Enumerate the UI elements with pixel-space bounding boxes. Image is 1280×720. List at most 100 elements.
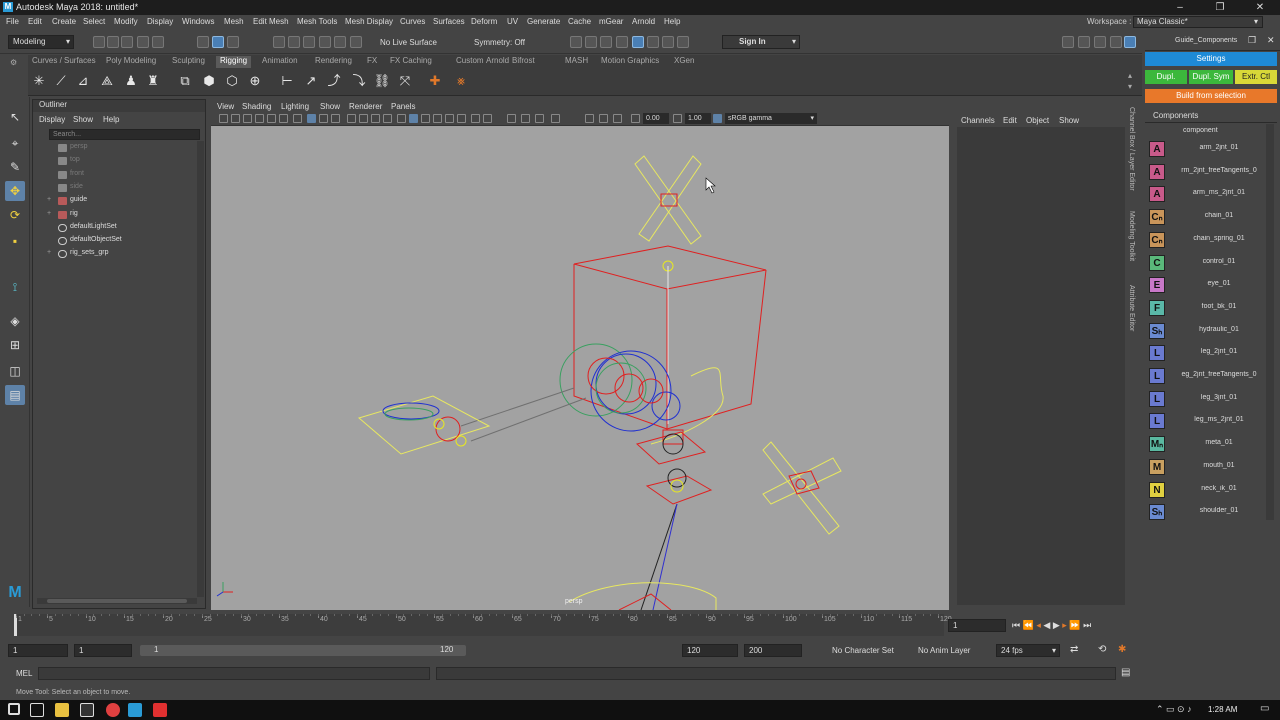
end-time-field[interactable]: 200 — [744, 644, 802, 657]
wireframe-on-shaded-icon[interactable] — [409, 114, 418, 123]
tray-icons[interactable]: ⌃ ▭ ⊙ ♪ — [1156, 704, 1192, 715]
menu-curves[interactable]: Curves — [400, 17, 425, 26]
menuset-dropdown[interactable]: Modeling ▾ — [8, 35, 74, 49]
start-time-field[interactable]: 1 — [8, 644, 68, 657]
range-slider-bar[interactable]: 1 120 — [140, 645, 466, 656]
ipr-render-icon[interactable] — [600, 36, 612, 48]
bookmarks-icon[interactable] — [243, 114, 252, 123]
outliner-item[interactable]: persp — [33, 142, 193, 155]
outliner-item[interactable]: top — [33, 155, 193, 168]
menu-windows[interactable]: Windows — [182, 17, 214, 26]
ik-handle-icon[interactable]: ⟋ — [52, 72, 70, 90]
channel-box-menu-show[interactable]: Show — [1059, 116, 1079, 125]
orient-constraint-icon[interactable]: ⤴ — [325, 72, 343, 90]
component-item[interactable]: Aarm_ms_2jnt_01 — [1145, 184, 1268, 204]
viewport-menu-view[interactable]: View — [217, 102, 234, 111]
anim-prefs-icon[interactable]: ✱ — [1118, 644, 1126, 655]
xray-joints-icon[interactable] — [433, 114, 442, 123]
settings-button[interactable]: Settings — [1145, 52, 1277, 66]
shelf-tab-curves-surfaces[interactable]: Curves / Surfaces — [32, 56, 96, 65]
step-back-key-icon[interactable]: ⏪ — [1023, 620, 1034, 630]
menu-uv[interactable]: UV — [507, 17, 518, 26]
viewport-menu-shading[interactable]: Shading — [242, 102, 271, 111]
shelf-scroll-down-icon[interactable]: ▾ — [1128, 82, 1132, 91]
live-surface-label[interactable]: No Live Surface — [380, 38, 437, 47]
build-from-selection-button[interactable]: Build from selection — [1145, 89, 1277, 103]
outliner-layout-icon[interactable]: ▤ — [5, 385, 25, 405]
sign-in-button[interactable]: Sign In ▾ — [722, 35, 800, 49]
shelf-tab-fx-caching[interactable]: FX Caching — [390, 56, 432, 65]
gate-mask-icon[interactable] — [331, 114, 340, 123]
menu-edit-mesh[interactable]: Edit Mesh — [253, 17, 289, 26]
snap-view-icon[interactable] — [319, 36, 331, 48]
expand-icon[interactable]: + — [47, 210, 51, 217]
single-pane-icon[interactable]: ◈ — [5, 311, 25, 331]
new-scene-icon[interactable] — [93, 36, 105, 48]
scale-tool-icon[interactable]: ▪ — [5, 231, 25, 251]
textured-icon[interactable] — [445, 114, 454, 123]
component-item[interactable]: Mₙ meta_01 — [1145, 434, 1268, 454]
loop-icon[interactable]: ⇄ — [1070, 644, 1078, 655]
playback-start-field[interactable]: 1 — [74, 644, 132, 657]
tool-settings-icon[interactable] — [1094, 36, 1106, 48]
snap-grid-icon[interactable] — [273, 36, 285, 48]
component-item[interactable]: Mmouth_01 — [1145, 457, 1268, 477]
modeling-toolkit-tab[interactable]: Modeling Toolkit — [1128, 211, 1135, 261]
menu-help[interactable]: Help — [664, 17, 680, 26]
two-pane-icon[interactable]: ◫ — [5, 361, 25, 381]
menu-mesh[interactable]: Mesh — [224, 17, 244, 26]
playback-end-field[interactable]: 120 — [682, 644, 738, 657]
shadows-icon[interactable] — [471, 114, 480, 123]
image-plane-icon[interactable] — [255, 114, 264, 123]
right-hand-x-control[interactable] — [762, 441, 842, 535]
outliner-vscroll[interactable] — [197, 141, 204, 597]
smooth-shade-icon[interactable] — [397, 114, 406, 123]
outliner-item[interactable]: defaultLightSet — [33, 222, 193, 235]
close-icon[interactable]: ✕ — [1240, 0, 1280, 15]
go-to-start-icon[interactable]: ⏮ — [1012, 620, 1020, 630]
render-settings-icon[interactable] — [616, 36, 628, 48]
component-item[interactable]: Nneck_ik_01 — [1145, 480, 1268, 500]
mgear-split-icon[interactable]: ⨳ — [452, 72, 470, 90]
cluster-icon[interactable]: ⊕ — [246, 72, 264, 90]
scale-constraint-icon[interactable]: ⤵ — [350, 72, 368, 90]
undo-icon[interactable] — [137, 36, 149, 48]
component-item[interactable]: Ccontrol_01 — [1145, 253, 1268, 273]
quick-rig-icon[interactable]: ♜ — [144, 72, 162, 90]
bind-skin-icon[interactable]: ⧉ — [176, 72, 194, 90]
script-editor-icon[interactable]: ▤ — [1121, 667, 1130, 678]
channel-box-menu-channels[interactable]: Channels — [961, 116, 995, 125]
depth-of-field-icon[interactable] — [535, 114, 544, 123]
shelf-tab-arnold[interactable]: Arnold — [486, 56, 509, 65]
component-item[interactable]: Eeye_01 — [1145, 275, 1268, 295]
view-transform-dropdown[interactable]: sRGB gamma ▾ — [725, 113, 817, 124]
component-item[interactable]: Sₕ shoulder_01 — [1145, 502, 1268, 522]
camera-attributes-icon[interactable] — [231, 114, 240, 123]
shelf-scroll-up-icon[interactable]: ▴ — [1128, 71, 1132, 80]
mirror-joints-icon[interactable]: ⟁ — [98, 72, 116, 90]
four-pane-icon[interactable]: ⊞ — [5, 335, 25, 355]
perspective-viewport[interactable]: persp — [211, 126, 949, 610]
shelf-tab-bifrost[interactable]: Bifrost — [512, 56, 535, 65]
menu-surfaces[interactable]: Surfaces — [433, 17, 465, 26]
paint-weights-icon[interactable]: ⬢ — [200, 72, 218, 90]
motion-blur-icon[interactable] — [507, 114, 516, 123]
gamma-field[interactable]: 1.00 — [685, 113, 711, 124]
recorder-icon[interactable] — [153, 703, 167, 717]
component-item[interactable]: Cₙ chain_spring_01 — [1145, 230, 1268, 250]
last-tool-icon[interactable]: ⟟ — [5, 277, 25, 297]
menu-modify[interactable]: Modify — [114, 17, 138, 26]
lasso-tool-icon[interactable]: ⌖ — [5, 133, 25, 153]
menu-select[interactable]: Select — [83, 17, 105, 26]
arnold-ipr-icon[interactable] — [662, 36, 674, 48]
select-tool-icon[interactable]: ↖ — [5, 107, 25, 127]
render-view-icon[interactable] — [570, 36, 582, 48]
symmetry-label[interactable]: Symmetry: Off — [474, 38, 525, 47]
close-panel-icon[interactable]: ✕ — [1267, 35, 1275, 46]
pause-ipr-icon[interactable] — [677, 36, 689, 48]
modeling-toolkit-icon[interactable] — [1062, 36, 1074, 48]
leg-controls[interactable] — [635, 429, 713, 505]
shelf-tab-rigging[interactable]: Rigging — [216, 56, 252, 68]
grid-toggle-icon[interactable] — [293, 114, 302, 123]
outliner-item[interactable]: front — [33, 169, 193, 182]
